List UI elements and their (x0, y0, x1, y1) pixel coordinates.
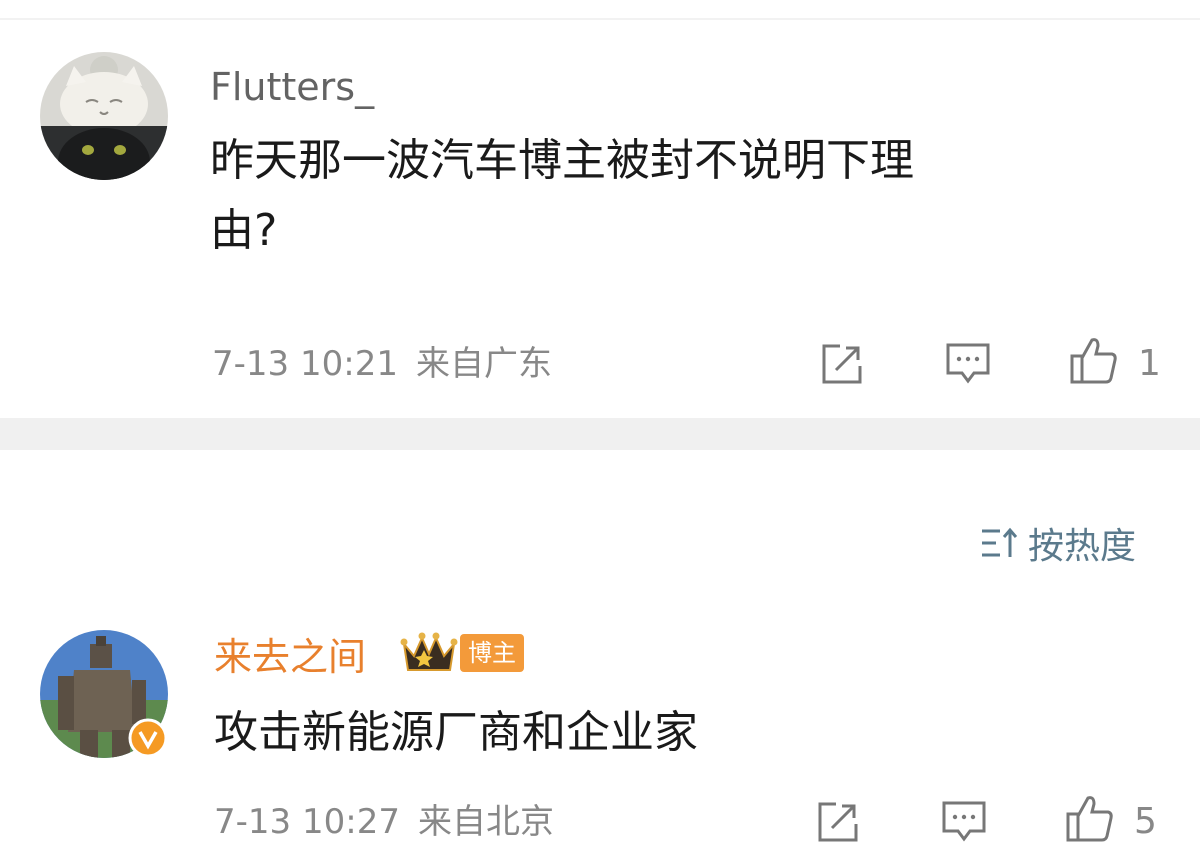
avatar[interactable] (40, 52, 168, 180)
username[interactable]: 来去之间 (214, 634, 366, 680)
location: 来自北京 (417, 802, 554, 842)
sort-icon (982, 527, 1018, 557)
verified-icon (128, 718, 168, 758)
sort-label: 按热度 (1028, 526, 1137, 567)
thumbs-up-icon (1066, 796, 1113, 842)
share-icon (818, 802, 858, 842)
section-divider (0, 418, 1200, 450)
like-button[interactable] (1064, 330, 1124, 390)
like-button[interactable] (1060, 788, 1120, 848)
crown-icon (400, 632, 458, 671)
sort-by-heat-button[interactable]: 按热度 (980, 520, 1137, 567)
share-button[interactable] (812, 334, 872, 394)
like-count: 1 (1138, 343, 1161, 384)
username[interactable]: Flutters_ (210, 64, 374, 110)
comment-icon (946, 343, 990, 384)
comment-text-line: 昨天那一波汽车博主被封不说明下理 (210, 135, 914, 186)
comment-text: 昨天那一波汽车博主被封不说明下理 由? (210, 126, 1090, 266)
comment-item: 来去之间 攻击新能源厂商和企业家 7-13 10:27 来自北京 5 (0, 600, 1200, 866)
comment-meta: 7-13 10:21 来自广东 (212, 344, 552, 384)
comment-text-line: 由? (210, 205, 278, 256)
like-count: 5 (1134, 801, 1157, 842)
blogger-tag: 博主 (460, 634, 524, 672)
timestamp: 7-13 10:27 (214, 802, 400, 842)
reply-button[interactable] (934, 792, 994, 852)
reply-button[interactable] (938, 334, 998, 394)
comment-meta: 7-13 10:27 来自北京 (214, 802, 554, 842)
comment-text: 攻击新能源厂商和企业家 (214, 707, 698, 758)
location: 来自广东 (415, 344, 552, 384)
share-icon (822, 344, 862, 384)
timestamp: 7-13 10:21 (212, 344, 398, 384)
user-badge[interactable]: 博主 (400, 630, 524, 676)
thumbs-up-icon (1070, 338, 1117, 384)
share-button[interactable] (808, 792, 868, 852)
comment-item: Flutters_ 昨天那一波汽车博主被封不说明下理 由? 7-13 10:21… (0, 0, 1200, 418)
comment-icon (942, 801, 986, 842)
